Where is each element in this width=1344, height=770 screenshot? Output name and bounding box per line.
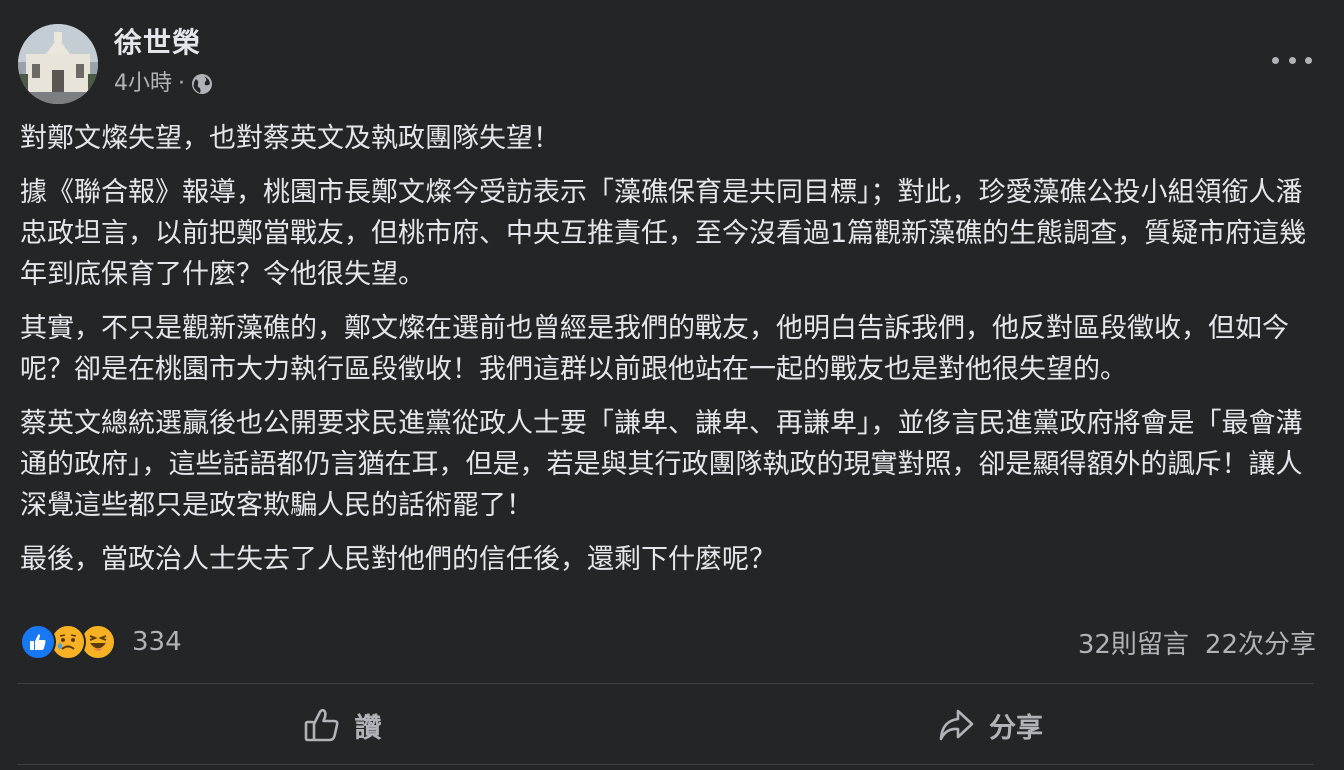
divider (18, 683, 1314, 684)
engagement-stats: 32則留言 22次分享 (1078, 624, 1316, 661)
like-button[interactable]: 讚 (18, 690, 666, 760)
like-icon (20, 624, 56, 660)
post-stats: 334 32則留言 22次分享 (20, 620, 1316, 664)
thumbs-up-icon (304, 708, 338, 742)
bottom-divider (18, 764, 1314, 765)
facebook-post: 徐世榮 4小時 · 對鄭文燦失望，也對蔡英文及執政團隊失望！ 據《聯合報》報導，… (0, 0, 1344, 770)
share-icon (939, 709, 974, 741)
reaction-count[interactable]: 334 (132, 627, 182, 657)
avatar[interactable] (18, 24, 98, 104)
post-actions: 讚 分享 (18, 690, 1314, 760)
comment-count[interactable]: 32則留言 (1078, 624, 1189, 661)
post-paragraph: 蔡英文總統選贏後也公開要求民進黨從政人士要「謙卑、謙卑、再謙卑」，並侈言民進黨政… (20, 408, 1303, 521)
post-paragraph: 據《聯合報》報導，桃園市長鄭文燦今受訪表示「藻礁保育是共同目標」；對此，珍愛藻礁… (20, 177, 1307, 290)
post-meta: 4小時 · (114, 70, 213, 98)
post-time[interactable]: 4小時 (114, 70, 172, 98)
reactions-summary[interactable]: 334 (20, 624, 182, 660)
meta-separator: · (178, 71, 185, 96)
author-name[interactable]: 徐世榮 (114, 26, 201, 60)
globe-icon (191, 73, 213, 95)
post-header: 徐世榮 4小時 · (18, 22, 1326, 104)
more-options-icon[interactable] (1272, 48, 1312, 72)
like-label: 讚 (354, 712, 382, 744)
share-label: 分享 (989, 712, 1043, 744)
post-paragraph: 其實，不只是觀新藻礁的，鄭文燦在選前也曾經是我們的戰友，他明白告訴我們，他反對區… (20, 313, 1289, 385)
share-count[interactable]: 22次分享 (1205, 624, 1316, 661)
post-content: 對鄭文燦失望，也對蔡英文及執政團隊失望！ 據《聯合報》報導，桃園市長鄭文燦今受訪… (20, 118, 1316, 593)
post-paragraph: 最後，當政治人士失去了人民對他們的信任後，還剩下什麼呢？ (20, 544, 776, 575)
share-button[interactable]: 分享 (666, 690, 1314, 760)
post-paragraph: 對鄭文燦失望，也對蔡英文及執政團隊失望！ (20, 123, 560, 154)
